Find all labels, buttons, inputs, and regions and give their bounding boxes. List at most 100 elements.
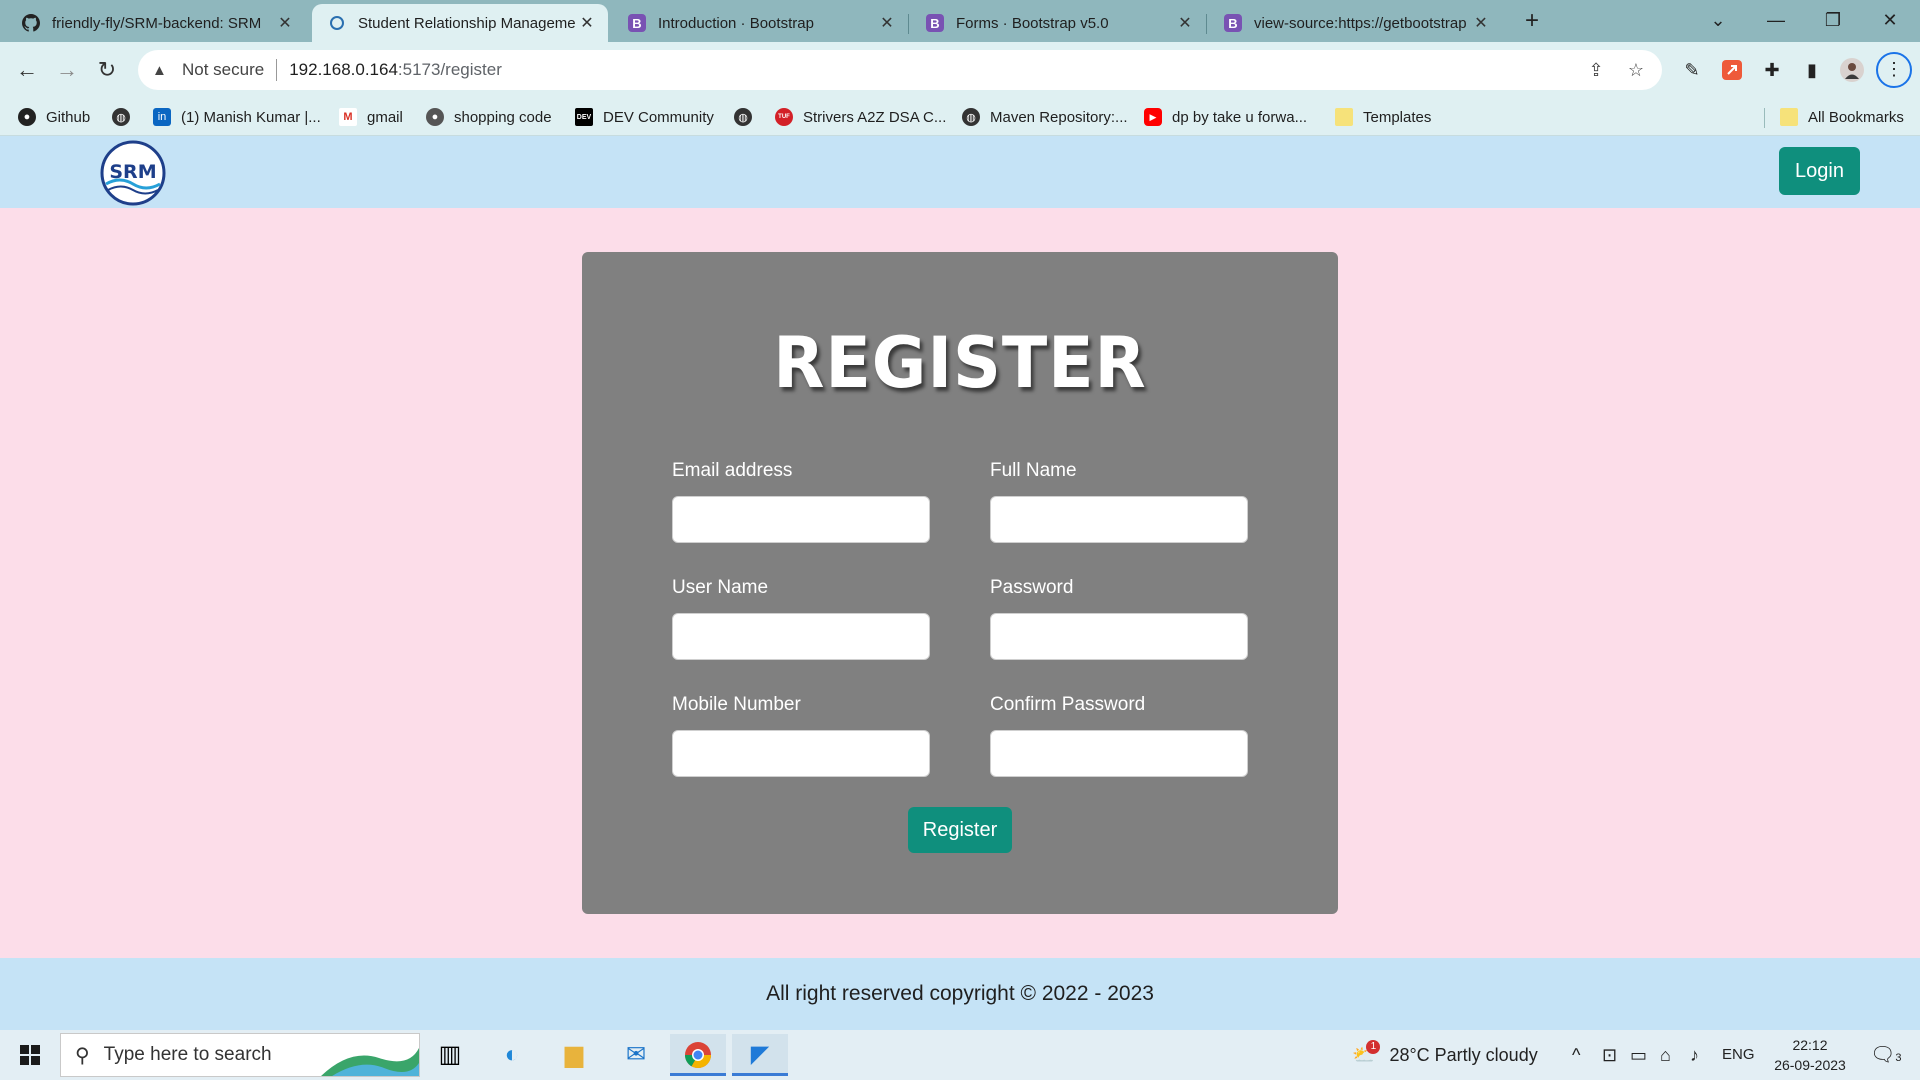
close-window-icon[interactable]: ✕ [1862, 0, 1918, 42]
github-icon: ● [18, 108, 36, 126]
srm-favicon-icon [328, 14, 346, 32]
email-field[interactable] [672, 496, 930, 543]
bookmark-label: Github [46, 108, 91, 126]
reload-icon[interactable]: ↻ [89, 52, 125, 88]
tab-divider [1206, 14, 1207, 34]
tab-view-source[interactable]: B view-source:https://getbootstrap ✕ [1208, 4, 1502, 42]
confirm-password-label: Confirm Password [990, 694, 1146, 715]
bookmark-label: gmail [367, 108, 403, 126]
battery-icon[interactable]: ▭ [1630, 1030, 1647, 1080]
tab-title: view-source:https://getbootstrap [1254, 14, 1467, 32]
new-tab-icon[interactable]: + [1518, 8, 1546, 36]
tab-student-relationship[interactable]: Student Relationship Manageme ✕ [312, 4, 608, 42]
site-navbar: SRM Login [0, 136, 1920, 208]
bookmark-templates[interactable]: Templates [1335, 104, 1431, 130]
copyright-text: All right reserved copyright © 2022 - 20… [766, 982, 1154, 1005]
bookmark-label: Maven Repository:... [990, 108, 1128, 126]
mobile-number-field[interactable] [672, 730, 930, 777]
bookmark-globe[interactable]: ◍ [112, 104, 140, 130]
close-tab-icon[interactable]: ✕ [878, 13, 896, 33]
close-tab-icon[interactable]: ✕ [1472, 13, 1490, 33]
user-name-field[interactable] [672, 613, 930, 660]
show-hidden-icons-chevron-icon[interactable]: ^ [1572, 1030, 1580, 1080]
taskbar-search-box[interactable]: ⚲ Type here to search [60, 1033, 420, 1077]
register-heading: REGISTER [773, 322, 1147, 404]
edge-app-icon[interactable]: ◐ [484, 1034, 540, 1076]
weather-text: 28°C Partly cloudy [1389, 1045, 1538, 1065]
side-panel-icon[interactable]: ▮ [1796, 54, 1828, 86]
weather-icon: ⛅ 1 [1352, 1030, 1381, 1080]
url-text: 192.168.0.164:5173/register [289, 60, 502, 80]
full-name-field[interactable] [990, 496, 1248, 543]
bookmark-label: DEV Community [603, 108, 714, 126]
password-field[interactable] [990, 613, 1248, 660]
bootstrap-icon: B [926, 14, 944, 32]
tab-strip: friendly-fly/SRM-backend: SRM ✕ Student … [0, 0, 1920, 42]
address-bar[interactable]: ▲ Not secure 192.168.0.164:5173/register… [138, 50, 1662, 90]
bookmark-globe-2[interactable]: ◍ [734, 104, 762, 130]
restore-icon[interactable]: ❐ [1805, 0, 1861, 42]
bookmark-gmail[interactable]: M gmail [339, 104, 403, 130]
network-icon[interactable]: ⌂ [1660, 1030, 1671, 1080]
gmail-icon: M [339, 108, 357, 126]
share-icon[interactable]: ⇪ [1584, 58, 1608, 82]
login-button[interactable]: Login [1779, 147, 1860, 195]
bootstrap-icon: B [628, 14, 646, 32]
register-button[interactable]: Register [908, 807, 1012, 853]
bookmark-dev-community[interactable]: DEV DEV Community [575, 104, 714, 130]
email-label: Email address [672, 460, 793, 481]
bookmark-label: shopping code [454, 108, 552, 126]
bookmark-shopping-code[interactable]: ● shopping code [426, 104, 552, 130]
extension-red-icon[interactable] [1716, 54, 1748, 86]
browser-toolbar: ← → ↻ ▲ Not secure 192.168.0.164:5173/re… [0, 42, 1920, 98]
tab-title: Forms · Bootstrap v5.0 [956, 14, 1109, 32]
github-icon: ● [426, 108, 444, 126]
clock-time: 22:12 [1792, 1037, 1828, 1053]
all-bookmarks[interactable]: All Bookmarks [1780, 104, 1904, 130]
eyedropper-extension-icon[interactable]: ✎ [1676, 54, 1708, 86]
bookmarks-divider [1764, 108, 1765, 128]
tab-title: Student Relationship Manageme [358, 14, 576, 32]
confirm-password-field[interactable] [990, 730, 1248, 777]
task-view-icon[interactable]: ▥ [422, 1034, 478, 1076]
bookmark-maven[interactable]: ◍ Maven Repository:... [962, 104, 1128, 130]
close-tab-icon[interactable]: ✕ [1176, 13, 1194, 33]
tab-search-chevron-icon[interactable]: ⌄ [1690, 0, 1746, 42]
tab-bootstrap-forms[interactable]: B Forms · Bootstrap v5.0 ✕ [910, 4, 1206, 42]
bookmark-youtube[interactable]: ▶ dp by take u forwa... [1144, 104, 1307, 130]
vscode-app-icon[interactable]: ◤ [732, 1034, 788, 1076]
srm-logo[interactable]: SRM [100, 140, 166, 206]
puzzle-extensions-icon[interactable]: ✚ [1756, 54, 1788, 86]
search-highlight-illustration-icon [321, 1048, 419, 1076]
close-tab-icon[interactable]: ✕ [578, 13, 596, 33]
minimize-icon[interactable]: — [1748, 0, 1804, 42]
volume-icon[interactable]: ♪ [1690, 1030, 1699, 1080]
user-name-label: User Name [672, 577, 769, 598]
meet-now-icon[interactable]: ⊡ [1602, 1030, 1617, 1080]
bookmark-github[interactable]: ● Github [18, 104, 90, 130]
language-indicator[interactable]: ENG [1722, 1030, 1755, 1080]
bootstrap-icon: B [1224, 14, 1242, 32]
chrome-menu-icon[interactable]: ⋮ [1876, 52, 1912, 88]
weather-widget[interactable]: ⛅ 1 28°C Partly cloudy [1352, 1030, 1538, 1080]
logo-text: SRM [109, 161, 156, 183]
tab-bootstrap-introduction[interactable]: B Introduction · Bootstrap ✕ [612, 4, 908, 42]
file-explorer-app-icon[interactable]: ▆ [546, 1034, 602, 1076]
site-footer: All right reserved copyright © 2022 - 20… [0, 958, 1920, 1030]
notifications-icon[interactable]: 🗨3 [1870, 1030, 1902, 1080]
folder-icon [1335, 108, 1353, 126]
profile-avatar[interactable] [1836, 54, 1868, 86]
windows-start-icon[interactable] [10, 1040, 50, 1070]
chrome-app-icon[interactable] [670, 1034, 726, 1076]
bookmark-linkedin[interactable]: in (1) Manish Kumar |... [153, 104, 321, 130]
mail-app-icon[interactable]: ✉ [608, 1034, 664, 1076]
close-tab-icon[interactable]: ✕ [276, 13, 294, 33]
system-clock[interactable]: 22:12 26-09-2023 [1766, 1035, 1854, 1075]
url-path: :5173/register [397, 60, 502, 79]
back-arrow-icon[interactable]: ← [9, 52, 45, 88]
tab-github-srm-backend[interactable]: friendly-fly/SRM-backend: SRM ✕ [6, 4, 306, 42]
bookmark-strivers[interactable]: TUF Strivers A2Z DSA C... [775, 104, 946, 130]
all-bookmarks-label: All Bookmarks [1808, 108, 1904, 126]
bookmark-star-icon[interactable]: ☆ [1624, 58, 1648, 82]
forward-arrow-icon[interactable]: → [49, 52, 85, 88]
